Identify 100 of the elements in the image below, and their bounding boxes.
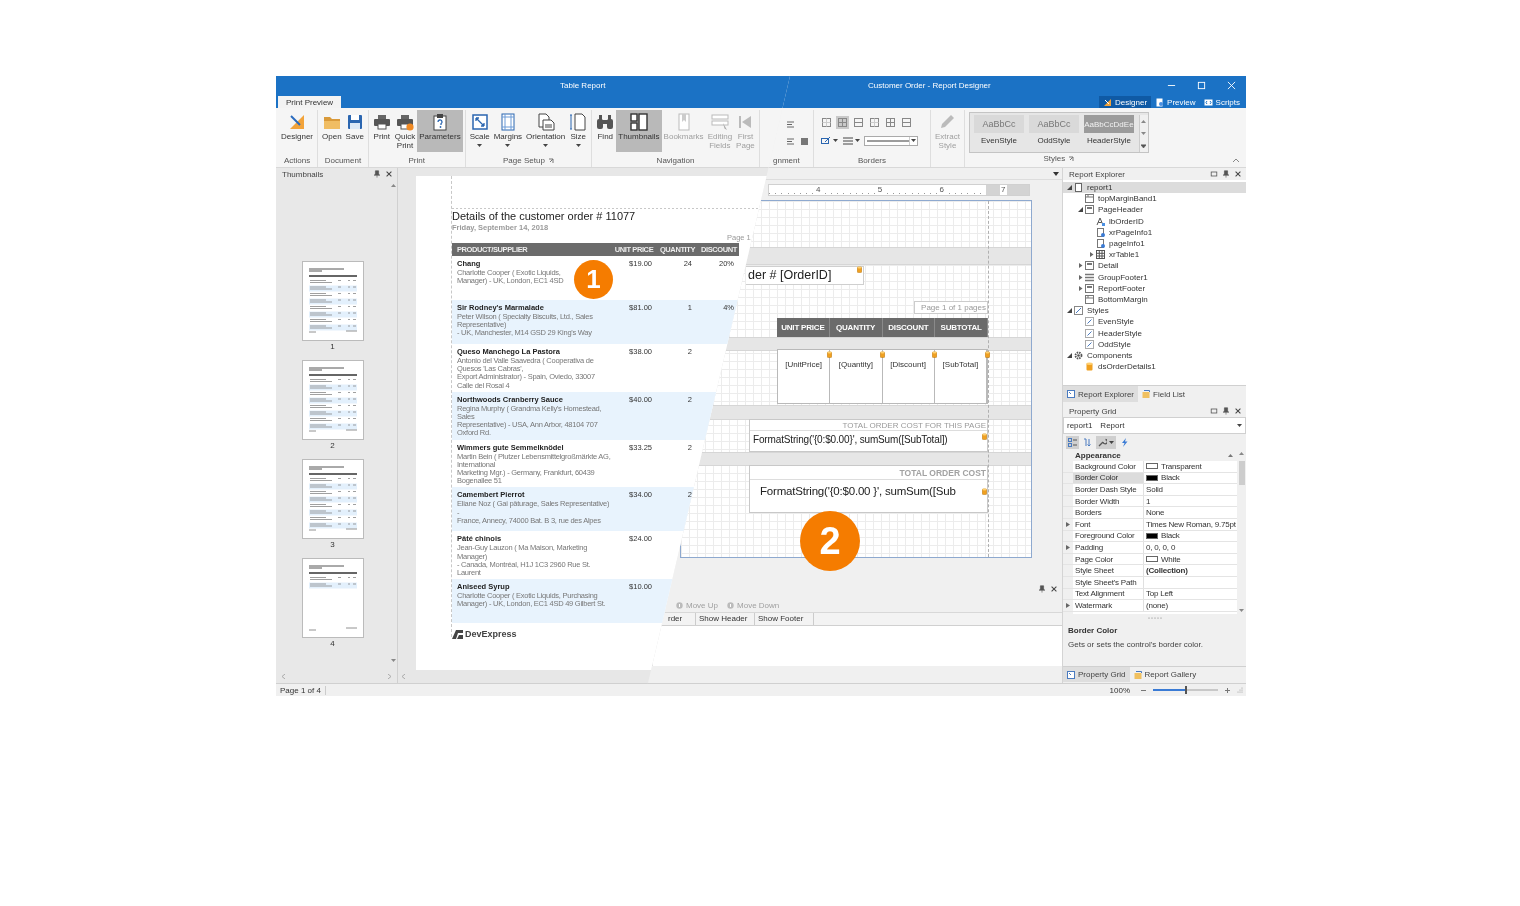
ribbon-button[interactable]: Margins xyxy=(491,110,525,152)
tree-item[interactable]: dsOrderDetails1 xyxy=(1063,361,1246,373)
property-name[interactable]: Watermark xyxy=(1073,600,1144,611)
ribbon-button[interactable]: Find xyxy=(594,110,617,152)
expanded-arrow-icon[interactable] xyxy=(1066,352,1072,358)
scroll-up-icon[interactable] xyxy=(1239,452,1244,455)
tree-item[interactable]: ReportFooter xyxy=(1063,282,1246,294)
style-item[interactable]: AaBbCc OddStyle xyxy=(1028,115,1079,152)
page-thumbnail[interactable] xyxy=(301,261,364,341)
property-name[interactable]: Background Color xyxy=(1073,461,1144,472)
tree-item[interactable]: Detail xyxy=(1063,260,1246,272)
column-header[interactable]: rder xyxy=(665,613,696,625)
property-value[interactable]: White xyxy=(1161,554,1181,564)
border-color-button[interactable] xyxy=(820,135,839,146)
ribbon-button[interactable]: Quick Print xyxy=(392,110,418,152)
dialog-launcher-icon[interactable] xyxy=(1068,155,1075,162)
border-button[interactable] xyxy=(852,116,865,129)
collapse-icon[interactable] xyxy=(1228,454,1233,457)
ribbon-button[interactable]: Orientation xyxy=(524,110,568,152)
tree-item[interactable]: pageInfo1 xyxy=(1063,237,1246,250)
property-name[interactable]: Border Color xyxy=(1073,472,1144,484)
ribbon-button[interactable]: Print xyxy=(370,110,393,152)
property-name[interactable]: Style Sheet xyxy=(1073,565,1144,576)
property-value[interactable]: 0, 0, 0, 0 xyxy=(1146,542,1176,552)
expand-arrow-icon[interactable] xyxy=(1066,521,1070,527)
line-style-dropdown[interactable] xyxy=(864,135,918,146)
property-name[interactable]: Padding xyxy=(1073,542,1144,553)
tree-item[interactable]: PageHeader xyxy=(1063,204,1246,216)
scroll-up-icon[interactable] xyxy=(390,184,396,187)
collapse-ribbon-icon[interactable] xyxy=(1232,157,1240,163)
property-value[interactable]: Top Left xyxy=(1146,589,1173,599)
border-button[interactable] xyxy=(820,116,833,129)
page-thumbnail[interactable] xyxy=(301,360,364,440)
pin-button[interactable] xyxy=(1037,584,1046,594)
property-value[interactable]: Times New Roman, 9.75pt xyxy=(1146,519,1236,529)
ribbon-button[interactable]: Parameters xyxy=(417,110,463,152)
expanded-arrow-icon[interactable] xyxy=(1066,185,1072,191)
tree-item[interactable]: lbOrderID xyxy=(1063,215,1246,227)
border-button[interactable] xyxy=(884,116,897,129)
ribbon-button[interactable]: Thumbnails xyxy=(616,110,662,152)
view-tab[interactable]: Designer xyxy=(1099,96,1152,108)
ribbon-button[interactable]: Scale xyxy=(467,110,492,152)
zoom-out-icon[interactable] xyxy=(1141,687,1146,693)
panel-tab[interactable]: Report Explorer xyxy=(1063,386,1139,402)
align-icon[interactable] xyxy=(786,137,795,146)
dropdown-arrow-icon[interactable] xyxy=(1053,171,1059,176)
property-value[interactable]: Solid xyxy=(1146,485,1163,494)
gallery-scrollbar[interactable] xyxy=(1138,115,1148,152)
property-value[interactable]: None xyxy=(1146,508,1165,518)
column-header[interactable]: Show Header xyxy=(696,613,755,625)
close-button[interactable] xyxy=(1233,406,1242,416)
property-value[interactable]: 1 xyxy=(1146,496,1151,506)
toolbar-button[interactable] xyxy=(1096,435,1116,449)
close-button[interactable] xyxy=(384,169,393,179)
property-name[interactable]: Borders xyxy=(1073,507,1144,518)
ribbon-button[interactable]: Designer xyxy=(279,110,315,152)
toolbar-button[interactable] xyxy=(1066,435,1079,449)
scroll-down-icon[interactable] xyxy=(1141,131,1147,135)
tree-item[interactable]: Components xyxy=(1063,349,1246,361)
property-name[interactable]: Font xyxy=(1073,518,1144,530)
ribbon-button[interactable]: Save xyxy=(343,110,366,152)
border-width-button[interactable] xyxy=(842,135,861,146)
ribbon-tab[interactable]: Print Preview xyxy=(278,96,342,108)
panel-tab[interactable]: Property Grid xyxy=(1063,667,1130,682)
scroll-up-icon[interactable] xyxy=(1141,119,1147,123)
close-button[interactable] xyxy=(1049,584,1058,594)
tree-item[interactable]: OddStyle xyxy=(1063,338,1246,350)
view-tab[interactable]: Preview xyxy=(1151,96,1200,108)
scroll-down-icon[interactable] xyxy=(1239,609,1244,612)
expand-arrow-icon[interactable] xyxy=(1066,602,1070,608)
restore-button[interactable] xyxy=(1209,169,1218,179)
border-button[interactable] xyxy=(900,116,913,129)
pin-button[interactable] xyxy=(1221,169,1230,179)
dialog-launcher-icon[interactable] xyxy=(547,157,554,164)
tree-item[interactable]: EvenStyle xyxy=(1063,316,1246,328)
tree-item[interactable]: report1 xyxy=(1063,182,1246,194)
property-value[interactable]: Black xyxy=(1161,473,1180,483)
tree-item[interactable]: BottomMargin xyxy=(1063,293,1246,306)
align-icon[interactable] xyxy=(786,120,795,129)
tree-item[interactable]: xrTable1 xyxy=(1063,249,1246,261)
style-item[interactable]: AaBbCc EvenStyle xyxy=(973,115,1024,152)
panel-tab[interactable]: Field List xyxy=(1138,386,1190,402)
more-icon[interactable] xyxy=(1141,143,1147,148)
expand-arrow-icon[interactable] xyxy=(1066,544,1070,550)
view-tab[interactable]: Scripts xyxy=(1199,96,1244,108)
square-icon[interactable] xyxy=(800,137,809,146)
tree-item[interactable]: HeaderStyle xyxy=(1063,327,1246,339)
object-selector[interactable]: report1 Report xyxy=(1063,417,1246,434)
property-value[interactable]: Transparent xyxy=(1161,461,1202,471)
border-button[interactable] xyxy=(836,116,849,129)
ribbon-button[interactable]: Open xyxy=(320,110,344,152)
column-header[interactable]: Show Footer xyxy=(755,613,814,625)
pin-button[interactable] xyxy=(372,169,381,179)
tree-item[interactable]: Styles xyxy=(1063,305,1246,317)
property-name[interactable]: Style Sheet's Path xyxy=(1073,576,1144,588)
property-name[interactable]: Border Dash Style xyxy=(1073,484,1144,495)
panel-tab[interactable]: Report Gallery xyxy=(1129,667,1201,682)
restore-button[interactable] xyxy=(1209,406,1218,416)
scroll-thumb[interactable] xyxy=(1238,461,1245,485)
close-button[interactable] xyxy=(1233,169,1242,179)
